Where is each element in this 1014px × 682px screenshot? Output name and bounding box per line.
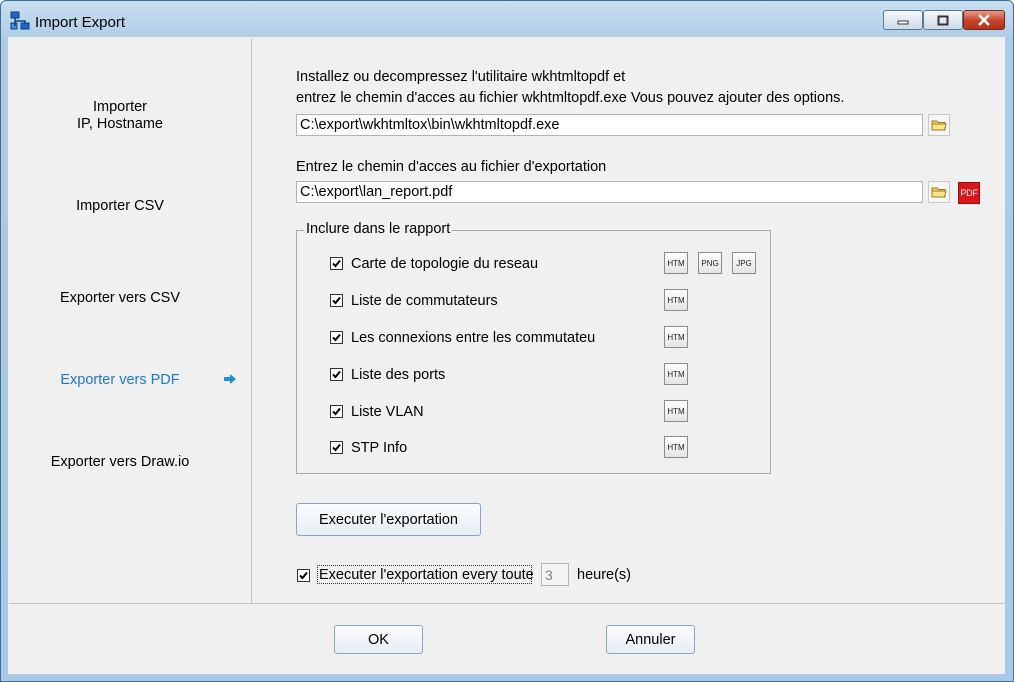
topology-htm-button[interactable]: HTM: [664, 252, 688, 274]
dialog-client-area: Importer IP, Hostname Importer CSV Expor…: [8, 37, 1005, 674]
title-bar: Import Export: [1, 1, 1013, 39]
checkmark-icon: [332, 407, 341, 416]
instructions-line-2: entrez le chemin d'acces au fichier wkht…: [296, 90, 845, 106]
maximize-button[interactable]: [923, 10, 963, 30]
vlan-list-label: Liste VLAN: [351, 404, 424, 420]
schedule-unit-label: heure(s): [577, 567, 631, 583]
sidebar-item-import-ip[interactable]: Importer IP, Hostname: [9, 99, 231, 133]
port-list-htm-button[interactable]: HTM: [664, 363, 688, 385]
sidebar-item-export-pdf[interactable]: Exporter vers PDF: [9, 372, 231, 389]
browse-tool-button[interactable]: [928, 114, 950, 136]
sidebar-item-import-csv[interactable]: Importer CSV: [9, 198, 231, 215]
window-title: Import Export: [35, 14, 126, 31]
sidebar-item-label: Importer CSV: [76, 198, 164, 214]
sidebar-item-label: Exporter vers PDF: [60, 372, 180, 388]
format-label: PNG: [701, 258, 719, 268]
topology-label: Carte de topologie du reseau: [351, 256, 539, 272]
sidebar: Importer IP, Hostname Importer CSV Expor…: [9, 38, 252, 603]
import-export-window: Import Export Importer IP, Hostname Impo…: [0, 0, 1014, 682]
format-label: HTM: [667, 442, 685, 452]
stp-info-htm-button[interactable]: HTM: [664, 436, 688, 458]
connections-htm-button[interactable]: HTM: [664, 326, 688, 348]
checkmark-icon: [332, 259, 341, 268]
ok-label: OK: [368, 631, 389, 648]
browse-export-button[interactable]: [928, 181, 950, 203]
checkmark-icon: [332, 443, 341, 452]
topology-jpg-button[interactable]: JPG: [732, 252, 756, 274]
sidebar-item-label: Exporter vers Draw.io: [50, 454, 190, 470]
format-label: JPG: [736, 258, 752, 268]
cancel-button[interactable]: Annuler: [606, 625, 695, 654]
connections-checkbox[interactable]: [330, 331, 343, 344]
minimize-button[interactable]: [883, 10, 923, 30]
stp-info-checkbox[interactable]: [330, 441, 343, 454]
schedule-checkbox[interactable]: [297, 569, 310, 582]
pdf-icon: PDF: [960, 188, 978, 198]
connections-label: Les connexions entre les commutateu: [351, 330, 596, 346]
arrow-right-icon: [224, 374, 236, 384]
network-app-icon: [10, 11, 30, 30]
format-label: HTM: [667, 406, 685, 416]
checkmark-icon: [299, 571, 308, 580]
stp-info-label: STP Info: [351, 440, 408, 456]
sidebar-item-label: Importer: [93, 99, 147, 115]
execute-export-button[interactable]: Executer l'exportation: [296, 503, 481, 536]
folder-icon: [931, 187, 947, 198]
instructions-line-1: Installez ou decompressez l'utilitaire w…: [296, 69, 626, 85]
sidebar-item-export-drawio[interactable]: Exporter vers Draw.io: [9, 454, 231, 471]
switch-list-checkbox[interactable]: [330, 294, 343, 307]
switch-list-label: Liste de commutateurs: [351, 293, 498, 309]
checkmark-icon: [332, 370, 341, 379]
sidebar-item-label: IP, Hostname: [77, 116, 163, 132]
port-list-label: Liste des ports: [351, 367, 446, 383]
vlan-list-htm-button[interactable]: HTM: [664, 400, 688, 422]
topology-png-button[interactable]: PNG: [698, 252, 722, 274]
folder-icon: [931, 120, 947, 131]
minimize-icon: [897, 20, 909, 25]
execute-export-label: Executer l'exportation: [319, 511, 458, 528]
tool-path-input[interactable]: [296, 114, 923, 136]
export-path-label: Entrez le chemin d'acces au fichier d'ex…: [296, 159, 607, 175]
format-label: HTM: [667, 369, 685, 379]
sidebar-item-export-csv[interactable]: Exporter vers CSV: [9, 290, 231, 307]
checkmark-icon: [332, 296, 341, 305]
port-list-checkbox[interactable]: [330, 368, 343, 381]
close-icon: [978, 14, 990, 26]
checkmark-icon: [332, 333, 341, 342]
close-button[interactable]: [963, 10, 1005, 30]
format-label: HTM: [667, 295, 685, 305]
report-group-label: Inclure dans le rapport: [304, 221, 453, 237]
vlan-list-checkbox[interactable]: [330, 405, 343, 418]
switch-list-htm-button[interactable]: HTM: [664, 289, 688, 311]
format-label: HTM: [667, 258, 685, 268]
maximize-icon: [937, 15, 949, 25]
schedule-hours-input[interactable]: [541, 563, 569, 586]
topology-checkbox[interactable]: [330, 257, 343, 270]
pdf-open-button[interactable]: PDF: [958, 182, 980, 204]
cancel-label: Annuler: [625, 631, 676, 648]
export-path-input[interactable]: [296, 181, 923, 203]
footer-divider: [9, 603, 1005, 604]
format-label: HTM: [667, 332, 685, 342]
ok-button[interactable]: OK: [334, 625, 423, 654]
sidebar-item-label: Exporter vers CSV: [59, 290, 181, 306]
schedule-label: Executer l'exportation every toute: [319, 567, 534, 583]
